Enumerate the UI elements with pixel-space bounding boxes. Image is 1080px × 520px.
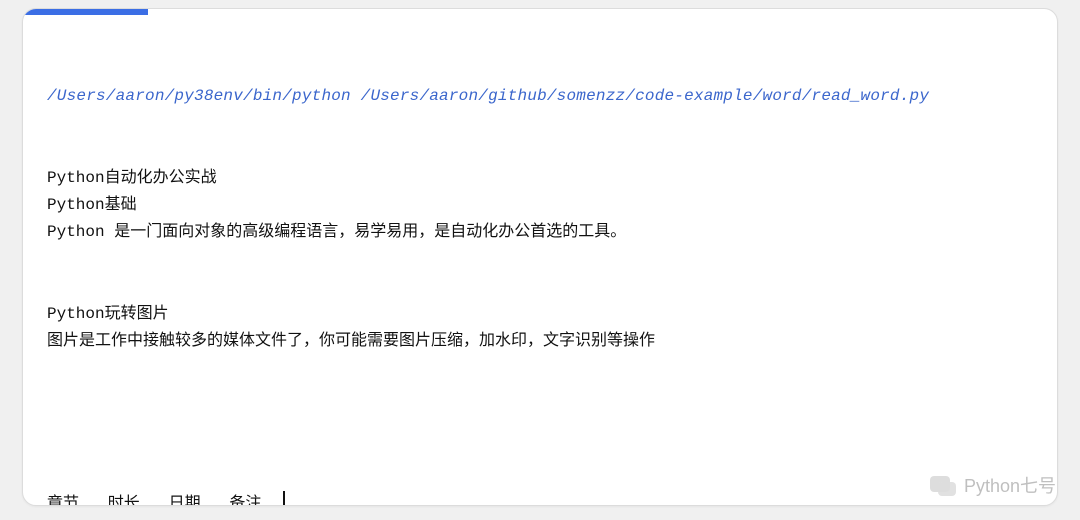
output-line: Python玩转图片 [47,301,1033,328]
output-line [47,382,1033,409]
cursor [283,491,285,506]
table-header-line: 章节 时长 日期 备注 [47,491,1033,506]
output-line: Python自动化办公实战 [47,165,1033,192]
table-header: 章节 时长 日期 备注 [47,495,281,506]
output-block: Python自动化办公实战Python基础Python 是一门面向对象的高级编程… [47,165,1033,437]
output-line: Python 是一门面向对象的高级编程语言，易学易用，是自动化办公首选的工具。 [47,219,1033,246]
terminal-content[interactable]: /Users/aaron/py38env/bin/python /Users/a… [23,9,1057,506]
output-line: 图片是工作中接触较多的媒体文件了，你可能需要图片压缩，加水印，文字识别等操作 [47,328,1033,355]
output-line [47,247,1033,274]
output-line [47,274,1033,301]
chat-icon [930,476,956,498]
output-line: Python基础 [47,192,1033,219]
selection-bar [23,9,148,15]
terminal-window: /Users/aaron/py38env/bin/python /Users/a… [22,8,1058,506]
output-line [47,410,1033,437]
watermark-text: Python七号 [964,471,1056,502]
command-line: /Users/aaron/py38env/bin/python /Users/a… [47,83,1033,110]
output-line [47,355,1033,382]
watermark: Python七号 [930,471,1056,502]
